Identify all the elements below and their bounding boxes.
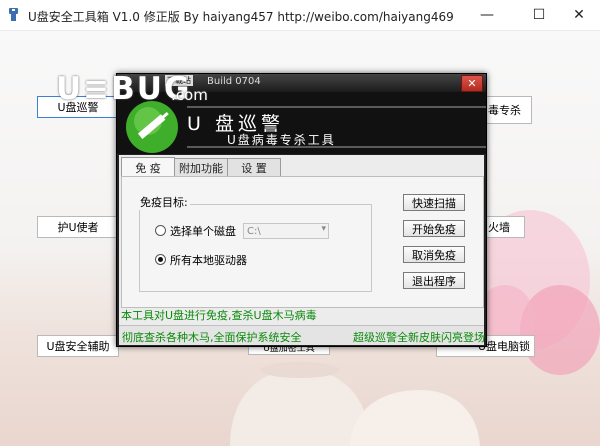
drive-select-value: C:\ — [247, 225, 261, 237]
banner-divider-bottom — [187, 146, 486, 148]
dialog-body: 免 疫 附加功能 设 置 免疫目标: 选择单个磁盘 C:\ ▾ 所有本地驱动器 … — [119, 155, 485, 345]
dialog-close-button[interactable]: ✕ — [461, 75, 483, 92]
tab-immune[interactable]: 免 疫 — [121, 157, 175, 177]
usb-patrol-dialog: 下载站 Build 0704 ✕ U 盘巡警 U盘病毒专杀工具 免 疫 附加功能… — [116, 73, 487, 347]
radio-single-disk[interactable] — [155, 225, 166, 236]
virus-kill-button[interactable]: 毒专杀 — [486, 96, 532, 124]
quick-scan-button[interactable]: 快速扫描 — [403, 194, 465, 211]
info-text: 本工具对U盘进行免疫,查杀U盘木马病毒 — [121, 309, 317, 322]
exit-button[interactable]: 退出程序 — [403, 272, 465, 289]
firewall-button[interactable]: 火墙 — [486, 216, 525, 238]
window-title: U盘安全工具箱 V1.0 修正版 By haiyang457 http://we… — [28, 10, 454, 24]
cancel-immune-button[interactable]: 取消免疫 — [403, 246, 465, 263]
immune-target-group — [139, 204, 372, 292]
radio-all-drives-label: 所有本地驱动器 — [170, 254, 247, 267]
app-icon — [9, 8, 18, 21]
start-immune-button[interactable]: 开始免疫 — [403, 220, 465, 237]
watermark-domain: .com — [171, 86, 208, 104]
tab-extra[interactable]: 附加功能 — [174, 158, 228, 177]
chevron-down-icon: ▾ — [321, 224, 326, 234]
window-titlebar: U盘安全工具箱 V1.0 修正版 By haiyang457 http://we… — [0, 0, 600, 31]
drive-select[interactable]: C:\ ▾ — [243, 223, 329, 239]
usb-assist-button[interactable]: U盘安全辅助 — [37, 335, 119, 357]
minimize-button[interactable]: — — [464, 0, 510, 30]
dialog-title: Build 0704 — [207, 76, 261, 87]
banner-divider-top — [187, 106, 486, 108]
status-bar: 彻底查杀各种木马,全面保护系统安全 超级巡警全新皮肤闪亮登场 — [119, 325, 485, 345]
status-left-text: 彻底查杀各种木马,全面保护系统安全 — [122, 331, 302, 344]
group-label: 免疫目标: — [138, 194, 190, 210]
radio-single-disk-label: 选择单个磁盘 — [170, 225, 236, 238]
tab-settings[interactable]: 设 置 — [227, 158, 281, 177]
radio-all-drives[interactable] — [155, 254, 166, 265]
usb-guard-button[interactable]: 护U使者 — [37, 216, 119, 238]
window-close-button[interactable]: ✕ — [556, 0, 600, 30]
immune-panel: 免疫目标: 选择单个磁盘 C:\ ▾ 所有本地驱动器 快速扫描 开始免疫 取消免… — [121, 176, 484, 308]
status-right-link[interactable]: 超级巡警全新皮肤闪亮登场 — [353, 329, 485, 345]
